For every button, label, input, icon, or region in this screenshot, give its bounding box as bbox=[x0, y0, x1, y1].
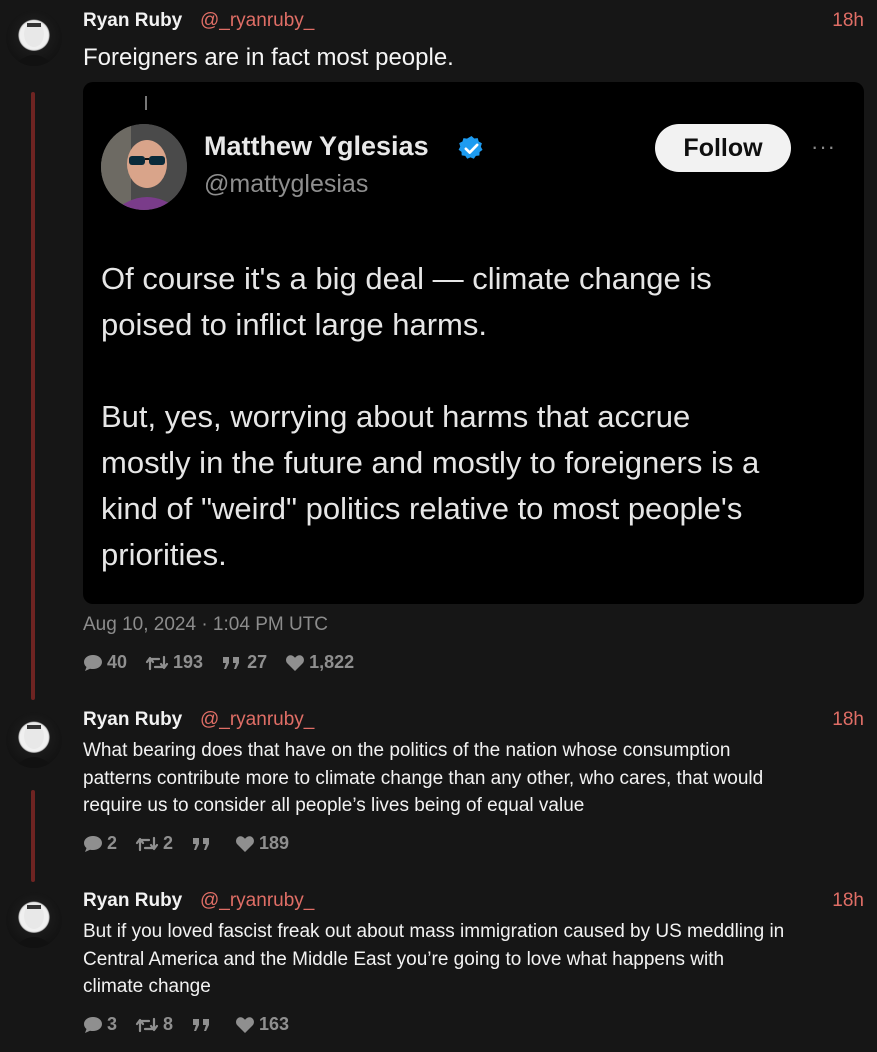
verified-badge-icon bbox=[458, 136, 483, 159]
quoted-line: mostly in the future and mostly to forei… bbox=[101, 445, 760, 480]
follow-button: Follow bbox=[655, 124, 791, 172]
retweet-stat[interactable]: 2 bbox=[135, 833, 173, 854]
heart-icon bbox=[236, 1016, 254, 1033]
reply-stat[interactable]: 2 bbox=[83, 833, 117, 854]
thread-line bbox=[31, 790, 35, 882]
post-text-line: patterns contribute more to climate chan… bbox=[83, 767, 764, 789]
retweet-stat[interactable]: 8 bbox=[135, 1014, 173, 1035]
post-stats: 2 2 189 bbox=[83, 833, 307, 854]
post-stats: 40 193 27 1,822 bbox=[83, 652, 372, 673]
more-options-icon: ··· bbox=[811, 134, 836, 159]
avatar[interactable] bbox=[6, 10, 62, 66]
quote-stat[interactable]: 27 bbox=[221, 652, 267, 673]
post-handle[interactable]: @_ryanruby_ bbox=[200, 890, 314, 912]
retweet-count: 193 bbox=[173, 652, 204, 672]
post-text-line: What bearing does that have on the polit… bbox=[83, 740, 731, 761]
post-text: But if you loved fascist freak out about… bbox=[83, 918, 863, 1001]
like-stat[interactable]: 163 bbox=[235, 1014, 289, 1035]
like-count: 189 bbox=[259, 833, 290, 853]
quote-stat[interactable] bbox=[191, 836, 217, 852]
retweet-count: 8 bbox=[163, 1014, 174, 1034]
quoted-line: priorities. bbox=[101, 537, 227, 572]
quote-stat[interactable] bbox=[191, 1017, 217, 1033]
quoted-line: But, yes, worrying about harms that accr… bbox=[101, 399, 691, 434]
post-author[interactable]: Ryan Ruby bbox=[83, 890, 182, 912]
retweet-icon bbox=[135, 836, 159, 851]
post-author[interactable]: Ryan Ruby bbox=[83, 709, 182, 731]
quote-count: 27 bbox=[247, 652, 268, 672]
quote-icon bbox=[223, 656, 240, 669]
quoted-name: Matthew Yglesias bbox=[204, 131, 429, 161]
post-text: What bearing does that have on the polit… bbox=[83, 737, 863, 820]
post-text-line: Central America and the Middle East you’… bbox=[83, 948, 725, 970]
post-text-line: climate change bbox=[83, 976, 211, 997]
post-handle[interactable]: @_ryanruby_ bbox=[200, 709, 314, 731]
reply-stat[interactable]: 40 bbox=[83, 652, 127, 673]
post-stats: 3 8 163 bbox=[83, 1014, 307, 1035]
reply-count: 40 bbox=[107, 652, 128, 672]
retweet-icon bbox=[135, 1017, 159, 1032]
reply-count: 2 bbox=[107, 833, 118, 853]
like-count: 1,822 bbox=[309, 652, 355, 672]
post-text: Foreigners are in fact most people. bbox=[83, 44, 454, 71]
like-count: 163 bbox=[259, 1014, 290, 1034]
reply-icon bbox=[84, 1016, 102, 1033]
thread-tick bbox=[145, 96, 147, 110]
reply-icon bbox=[84, 654, 102, 671]
quoted-handle: @mattyglesias bbox=[204, 170, 369, 198]
heart-icon bbox=[286, 654, 305, 671]
like-stat[interactable]: 189 bbox=[235, 833, 289, 854]
avatar[interactable] bbox=[6, 712, 62, 768]
reply-stat[interactable]: 3 bbox=[83, 1014, 117, 1035]
post-date[interactable]: Aug 10, 2024 · 1:04 PM UTC bbox=[83, 614, 328, 636]
post-time[interactable]: 18h bbox=[832, 709, 864, 731]
avatar[interactable] bbox=[6, 892, 62, 948]
like-stat[interactable]: 1,822 bbox=[285, 652, 354, 673]
post-author[interactable]: Ryan Ruby bbox=[83, 10, 182, 32]
quoted-avatar bbox=[101, 124, 187, 210]
quoted-paragraph-1: Of course it's a big deal — climate chan… bbox=[101, 256, 841, 348]
post-text-line: require us to consider all people’s live… bbox=[83, 795, 585, 816]
quoted-line: poised to inflict large harms. bbox=[101, 307, 487, 342]
post-time[interactable]: 18h bbox=[832, 10, 864, 32]
post-handle[interactable]: @_ryanruby_ bbox=[200, 10, 314, 32]
retweet-stat[interactable]: 193 bbox=[145, 652, 203, 673]
retweet-icon bbox=[145, 655, 169, 670]
post-text-line: But if you loved fascist freak out about… bbox=[83, 921, 785, 942]
quoted-paragraph-2: But, yes, worrying about harms that accr… bbox=[101, 394, 841, 578]
heart-icon bbox=[236, 835, 254, 852]
quoted-line: kind of "weird" politics relative to mos… bbox=[101, 491, 743, 526]
retweet-count: 2 bbox=[163, 833, 174, 853]
quoted-tweet-image[interactable]: Matthew Yglesias @mattyglesias Follow ··… bbox=[83, 82, 864, 604]
quote-icon bbox=[193, 837, 210, 850]
reply-count: 3 bbox=[107, 1014, 118, 1034]
quoted-line: Of course it's a big deal — climate chan… bbox=[101, 261, 712, 296]
post-time[interactable]: 18h bbox=[832, 890, 864, 912]
thread-line bbox=[31, 92, 35, 700]
reply-icon bbox=[84, 835, 102, 852]
quote-icon bbox=[193, 1018, 210, 1031]
